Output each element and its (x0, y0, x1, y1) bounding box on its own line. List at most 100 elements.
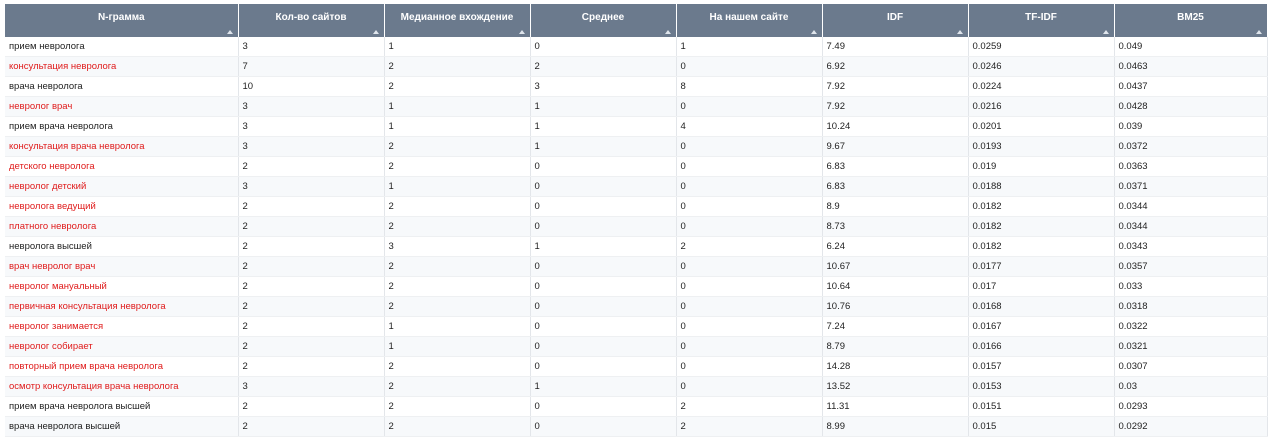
ngram-cell: врач невролог врач (5, 256, 239, 277)
table-header: N-грамма Кол-во сайтов Медианное вхожден… (5, 4, 1268, 37)
idf-cell: 8.73 (822, 216, 969, 237)
table-row[interactable]: осмотр консультация врача невролога 3 2 1 0 1… (5, 376, 1268, 397)
tf-idf-cell: 0.0182 (968, 196, 1115, 217)
header-row: N-грамма Кол-во сайтов Медианное вхожден… (5, 4, 1268, 37)
sites-count-cell: 2 (238, 396, 385, 417)
sort-arrow-icon[interactable] (1102, 30, 1109, 34)
table-row[interactable]: невролог детский 3 1 0 0 6.83 0.0188 0.0371 (5, 176, 1268, 197)
ngram-cell: повторный прием врача невролога (5, 356, 239, 377)
idf-cell: 9.67 (822, 136, 969, 157)
idf-cell: 7.24 (822, 316, 969, 337)
median-cell: 2 (384, 376, 531, 397)
average-cell: 0 (530, 396, 677, 417)
sort-arrow-icon[interactable] (518, 30, 525, 34)
ngram-cell: невролог врач (5, 96, 239, 117)
bm25-cell: 0.0344 (1114, 196, 1268, 217)
tf-idf-cell: 0.0182 (968, 236, 1115, 257)
column-header-label: N-грамма (97, 12, 145, 23)
ngram-cell: невролог собирает (5, 336, 239, 357)
median-cell: 2 (384, 196, 531, 217)
sites-count-cell: 2 (238, 156, 385, 177)
column-header-our-site[interactable]: На нашем сайте (676, 4, 823, 37)
table-row[interactable]: платного невролога 2 2 0 0 8.73 0.0182 0.0344 (5, 216, 1268, 237)
table-row[interactable]: невролог занимается 2 1 0 0 7.24 0.0167 0.0322 (5, 316, 1268, 337)
table-row[interactable]: первичная консультация невролога 2 2 0 0 10.7… (5, 296, 1268, 317)
sites-count-cell: 2 (238, 336, 385, 357)
idf-cell: 6.83 (822, 176, 969, 197)
idf-cell: 7.49 (822, 37, 969, 57)
column-header-ngram[interactable]: N-грамма (5, 4, 239, 37)
table-row[interactable]: врача невролога высшей 2 2 0 2 8.99 0.015 0.029… (5, 416, 1268, 437)
sites-count-cell: 3 (238, 96, 385, 117)
sort-arrow-icon[interactable] (664, 30, 671, 34)
sites-count-cell: 3 (238, 116, 385, 137)
table-row[interactable]: невролога ведущий 2 2 0 0 8.9 0.0182 0.0344 (5, 196, 1268, 217)
table-row[interactable]: консультация врача невролога 3 2 1 0 9.67 0.01… (5, 136, 1268, 157)
table-row[interactable]: невролога высшей 2 3 1 2 6.24 0.0182 0.0343 (5, 236, 1268, 257)
sort-arrow-icon[interactable] (810, 30, 817, 34)
table-row[interactable]: консультация невролога 7 2 2 0 6.92 0.0246 0.04… (5, 56, 1268, 77)
column-header-median[interactable]: Медианное вхождение (384, 4, 531, 37)
table-row[interactable]: невролог собирает 2 1 0 0 8.79 0.0166 0.0321 (5, 336, 1268, 357)
idf-cell: 6.92 (822, 56, 969, 77)
median-cell: 1 (384, 37, 531, 57)
median-cell: 1 (384, 96, 531, 117)
table-row[interactable]: прием врача невролога высшей 2 2 0 2 11.31 0.0… (5, 396, 1268, 417)
idf-cell: 10.24 (822, 116, 969, 137)
median-cell: 2 (384, 156, 531, 177)
table-row[interactable]: врача невролога 10 2 3 8 7.92 0.0224 0.0437 (5, 76, 1268, 97)
column-header-average[interactable]: Среднее (530, 4, 677, 37)
our-site-cell: 0 (676, 96, 823, 117)
our-site-cell: 8 (676, 76, 823, 97)
our-site-cell: 0 (676, 296, 823, 317)
bm25-cell: 0.0318 (1114, 296, 1268, 317)
table-row[interactable]: невролог мануальный 2 2 0 0 10.64 0.017 0.033 (5, 276, 1268, 297)
bm25-cell: 0.0343 (1114, 236, 1268, 257)
sites-count-cell: 2 (238, 296, 385, 317)
tf-idf-cell: 0.0166 (968, 336, 1115, 357)
ngram-cell: невролога высшей (5, 236, 239, 257)
average-cell: 2 (530, 56, 677, 77)
table-row[interactable]: детского невролога 2 2 0 0 6.83 0.019 0.0363 (5, 156, 1268, 177)
ngram-cell: невролога ведущий (5, 196, 239, 217)
tf-idf-cell: 0.0167 (968, 316, 1115, 337)
bm25-cell: 0.0463 (1114, 56, 1268, 77)
bm25-cell: 0.0363 (1114, 156, 1268, 177)
sites-count-cell: 7 (238, 56, 385, 77)
table-row[interactable]: врач невролог врач 2 2 0 0 10.67 0.0177 0.0357 (5, 256, 1268, 277)
ngram-cell: консультация невролога (5, 56, 239, 77)
sort-arrow-icon[interactable] (1255, 30, 1262, 34)
our-site-cell: 0 (676, 376, 823, 397)
column-header-tf-idf[interactable]: TF-IDF (968, 4, 1115, 37)
idf-cell: 8.79 (822, 336, 969, 357)
our-site-cell: 0 (676, 56, 823, 77)
our-site-cell: 0 (676, 196, 823, 217)
table-row[interactable]: невролог врач 3 1 1 0 7.92 0.0216 0.0428 (5, 96, 1268, 117)
table-row[interactable]: прием врача невролога 3 1 1 4 10.24 0.0201 0.03… (5, 116, 1268, 137)
sites-count-cell: 2 (238, 236, 385, 257)
average-cell: 1 (530, 96, 677, 117)
idf-cell: 6.24 (822, 236, 969, 257)
sort-arrow-icon[interactable] (372, 30, 379, 34)
ngram-cell: осмотр консультация врача невролога (5, 376, 239, 397)
average-cell: 0 (530, 216, 677, 237)
bm25-cell: 0.0322 (1114, 316, 1268, 337)
median-cell: 2 (384, 296, 531, 317)
column-header-idf[interactable]: IDF (822, 4, 969, 37)
idf-cell: 10.64 (822, 276, 969, 297)
table-row[interactable]: повторный прием врача невролога 2 2 0 0 14.28… (5, 356, 1268, 377)
column-header-bm25[interactable]: BM25 (1114, 4, 1268, 37)
sort-arrow-icon[interactable] (226, 30, 233, 34)
sort-arrow-icon[interactable] (956, 30, 963, 34)
ngram-cell: прием врача невролога (5, 116, 239, 137)
our-site-cell: 2 (676, 416, 823, 437)
average-cell: 0 (530, 416, 677, 437)
bm25-cell: 0.033 (1114, 276, 1268, 297)
bm25-cell: 0.039 (1114, 116, 1268, 137)
column-header-sites-count[interactable]: Кол-во сайтов (238, 4, 385, 37)
tf-idf-cell: 0.0259 (968, 37, 1115, 57)
tf-idf-cell: 0.0224 (968, 76, 1115, 97)
idf-cell: 14.28 (822, 356, 969, 377)
table-row[interactable]: прием невролога 3 1 0 1 7.49 0.0259 0.049 (5, 37, 1268, 57)
ngram-cell: невролог занимается (5, 316, 239, 337)
